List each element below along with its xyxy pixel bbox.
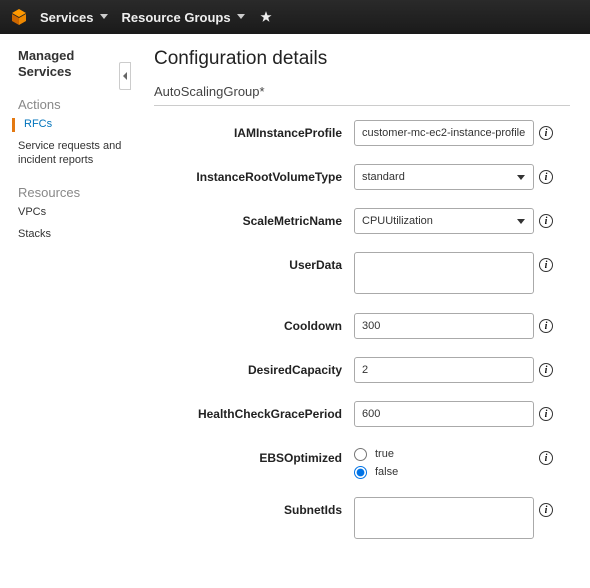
page-title: Configuration details (154, 48, 570, 70)
sidebar-title: Managed Services (18, 48, 124, 79)
info-icon[interactable]: i (534, 357, 558, 377)
label-subnet-ids: SubnetIds (154, 497, 354, 517)
sidebar-section-actions: Actions (18, 97, 124, 112)
label-instance-root-volume-type: InstanceRootVolumeType (154, 164, 354, 184)
info-icon[interactable]: i (534, 208, 558, 228)
top-nav: Services Resource Groups (0, 0, 590, 34)
info-icon[interactable]: i (534, 497, 558, 517)
nav-services-label: Services (40, 10, 94, 25)
info-icon[interactable]: i (534, 120, 558, 140)
label-user-data: UserData (154, 252, 354, 272)
sidebar-link-vpcs[interactable]: VPCs (18, 206, 124, 220)
nav-services[interactable]: Services (40, 10, 108, 25)
nav-resource-groups[interactable]: Resource Groups (122, 10, 245, 25)
section-header: AutoScalingGroup* (154, 84, 570, 106)
info-icon[interactable]: i (534, 401, 558, 421)
label-cooldown: Cooldown (154, 313, 354, 333)
sidebar-link-stacks[interactable]: Stacks (18, 228, 124, 242)
select-scale-metric-name[interactable]: CPUUtilization (354, 208, 534, 234)
label-ebs-optimized: EBSOptimized (154, 445, 354, 465)
favorite-star-icon[interactable] (259, 10, 273, 24)
nav-resource-groups-label: Resource Groups (122, 10, 231, 25)
info-icon[interactable]: i (534, 445, 558, 465)
chevron-left-icon (122, 72, 128, 80)
textarea-user-data[interactable] (354, 252, 534, 294)
caret-down-icon (237, 14, 245, 20)
radio-ebs-optimized-false[interactable]: false (354, 463, 534, 481)
label-scale-metric-name: ScaleMetricName (154, 208, 354, 228)
select-instance-root-volume-type[interactable]: standard (354, 164, 534, 190)
input-desired-capacity[interactable] (354, 357, 534, 383)
sidebar-link-rfcs[interactable]: RFCs (18, 118, 124, 132)
aws-logo-icon[interactable] (10, 8, 28, 26)
sidebar-section-resources: Resources (18, 185, 124, 200)
label-iam-instance-profile: IAMInstanceProfile (154, 120, 354, 140)
input-iam-instance-profile[interactable] (354, 120, 534, 146)
info-icon[interactable]: i (534, 313, 558, 333)
radio-ebs-optimized-true[interactable]: true (354, 445, 534, 463)
info-icon[interactable]: i (534, 252, 558, 272)
sidebar-link-service-requests[interactable]: Service requests and incident reports (18, 140, 124, 168)
info-icon[interactable]: i (534, 164, 558, 184)
sidebar-collapse-button[interactable] (119, 62, 131, 90)
input-health-check-grace-period[interactable] (354, 401, 534, 427)
label-desired-capacity: DesiredCapacity (154, 357, 354, 377)
input-cooldown[interactable] (354, 313, 534, 339)
sidebar: Managed Services Actions RFCs Service re… (0, 34, 130, 588)
main-content: Configuration details AutoScalingGroup* … (130, 34, 590, 588)
label-health-check-grace-period: HealthCheckGracePeriod (154, 401, 354, 421)
caret-down-icon (100, 14, 108, 20)
textarea-subnet-ids[interactable] (354, 497, 534, 539)
